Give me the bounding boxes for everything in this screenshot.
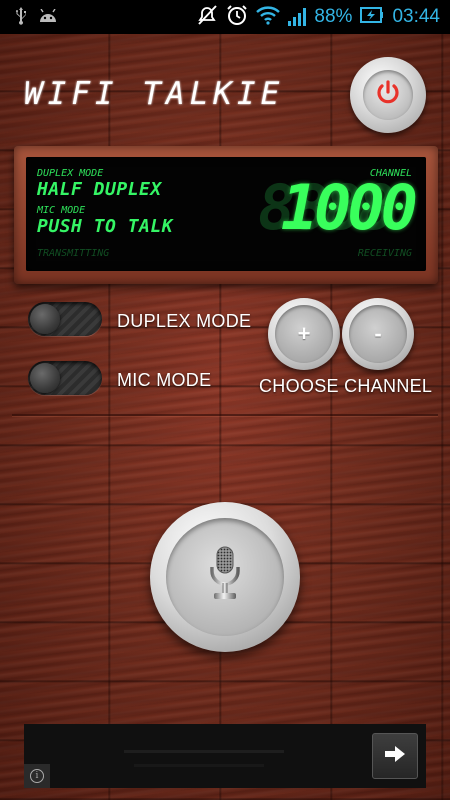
channel-up-button[interactable]: + <box>268 298 340 370</box>
mic-mode-label: MIC MODE <box>37 205 86 216</box>
mic-mode-value: PUSH TO TALK <box>37 216 174 237</box>
ad-arrow-button[interactable] <box>372 733 418 779</box>
power-button[interactable] <box>350 57 426 133</box>
clock: 03:44 <box>392 6 440 27</box>
duplex-mode-toggle[interactable] <box>28 302 102 336</box>
arrow-right-icon <box>383 744 407 769</box>
battery-percent: 88% <box>314 6 353 27</box>
ad-content <box>134 764 264 767</box>
battery-icon <box>360 6 384 28</box>
usb-icon <box>14 6 28 28</box>
lcd-display: DUPLEX MODE HALF DUPLEX MIC MODE PUSH TO… <box>26 157 426 271</box>
wifi-icon <box>256 5 281 30</box>
channel-value: 1000 <box>280 171 418 244</box>
channel-down-label: - <box>349 305 407 363</box>
channel-down-button[interactable]: - <box>342 298 414 370</box>
microphone-icon <box>205 545 245 610</box>
power-icon <box>374 79 402 112</box>
power-button-face <box>363 70 413 120</box>
duplex-mode-label: DUPLEX MODE <box>37 168 104 179</box>
choose-channel-label: CHOOSE CHANNEL <box>259 376 433 396</box>
channel-up-label: + <box>275 305 333 363</box>
app-title: WIFI TALKIE <box>24 76 285 112</box>
ad-banner[interactable] <box>24 724 426 788</box>
divider <box>12 414 438 416</box>
alarm-icon <box>226 4 248 31</box>
duplex-mode-toggle-label: DUPLEX MODE <box>117 311 252 331</box>
toggle-knob <box>30 304 60 334</box>
android-icon <box>38 8 58 26</box>
toggle-knob <box>30 363 60 393</box>
status-bar: 88% 03:44 <box>0 0 450 34</box>
signal-icon <box>288 8 307 26</box>
receiving-indicator: RECEIVING <box>357 248 412 259</box>
mic-mode-toggle[interactable] <box>28 361 102 395</box>
duplex-mode-value: HALF DUPLEX <box>37 179 162 200</box>
mute-icon <box>196 4 218 30</box>
ad-content <box>124 750 284 753</box>
transmitting-indicator: TRANSMITTING <box>37 248 110 259</box>
talk-button-face <box>166 518 284 636</box>
mic-mode-toggle-label: MIC MODE <box>117 370 212 390</box>
ad-info-button[interactable]: i <box>24 764 50 788</box>
info-icon: i <box>30 769 44 783</box>
push-to-talk-button[interactable] <box>150 502 300 652</box>
